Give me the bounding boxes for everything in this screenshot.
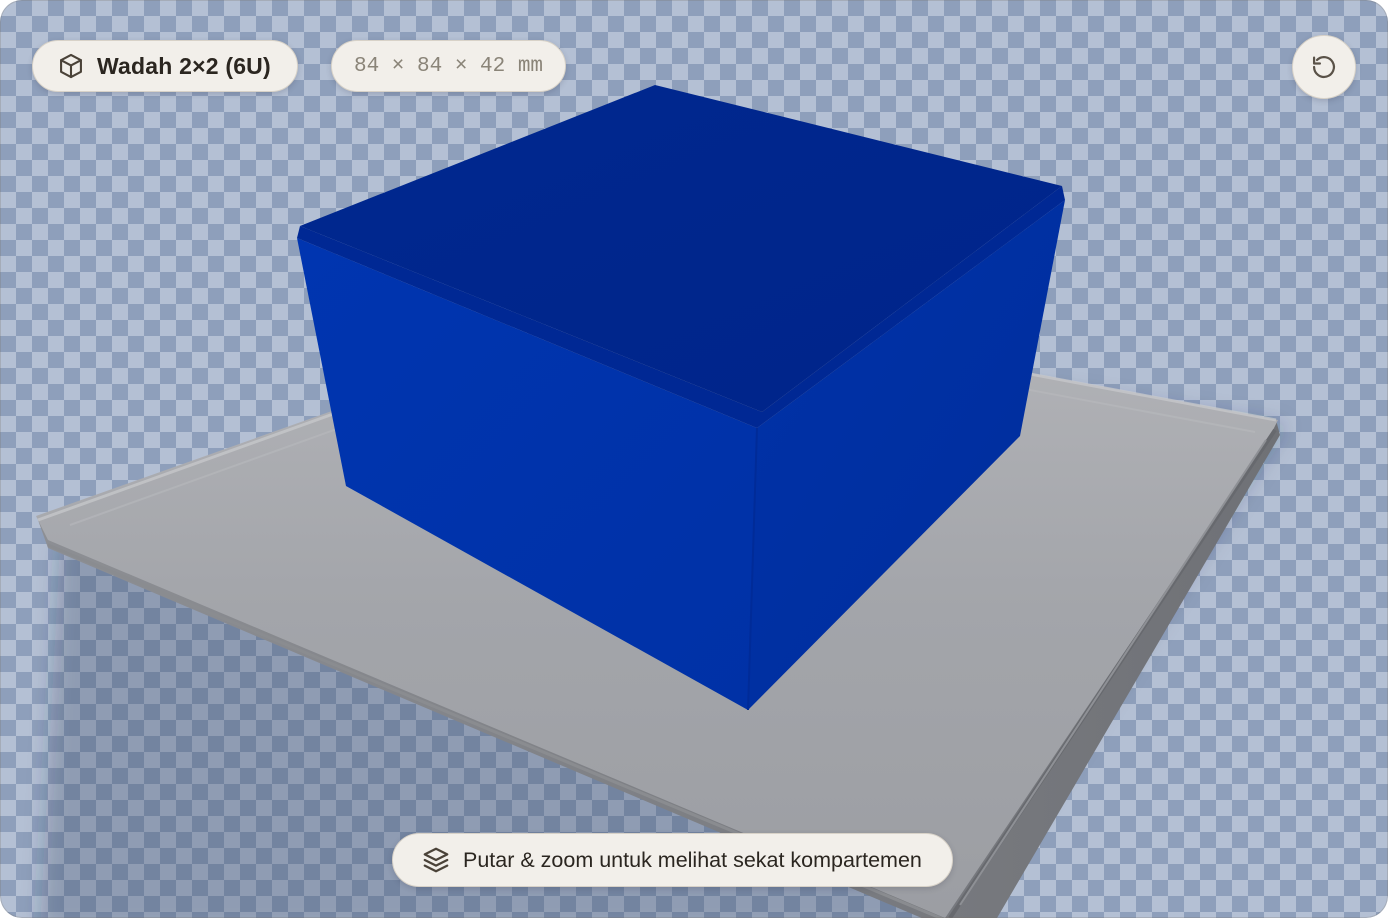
layers-icon — [421, 845, 451, 875]
hint-text: Putar & zoom untuk melihat sekat kompart… — [463, 847, 922, 872]
reset-view-button[interactable] — [1292, 35, 1356, 99]
3d-viewer[interactable]: Wadah 2×2 (6U) 84 × 84 × 42 mm Putar & z… — [0, 0, 1388, 918]
dimensions-text: 84 × 84 × 42 mm — [354, 54, 544, 78]
rotate-ccw-icon — [1310, 53, 1338, 81]
model-title-badge: Wadah 2×2 (6U) — [32, 40, 298, 92]
cube-icon — [57, 52, 85, 80]
3d-scene[interactable] — [0, 0, 1388, 918]
interaction-hint: Putar & zoom untuk melihat sekat kompart… — [392, 833, 953, 887]
dimensions-badge: 84 × 84 × 42 mm — [331, 40, 567, 92]
model-title: Wadah 2×2 (6U) — [97, 52, 271, 79]
